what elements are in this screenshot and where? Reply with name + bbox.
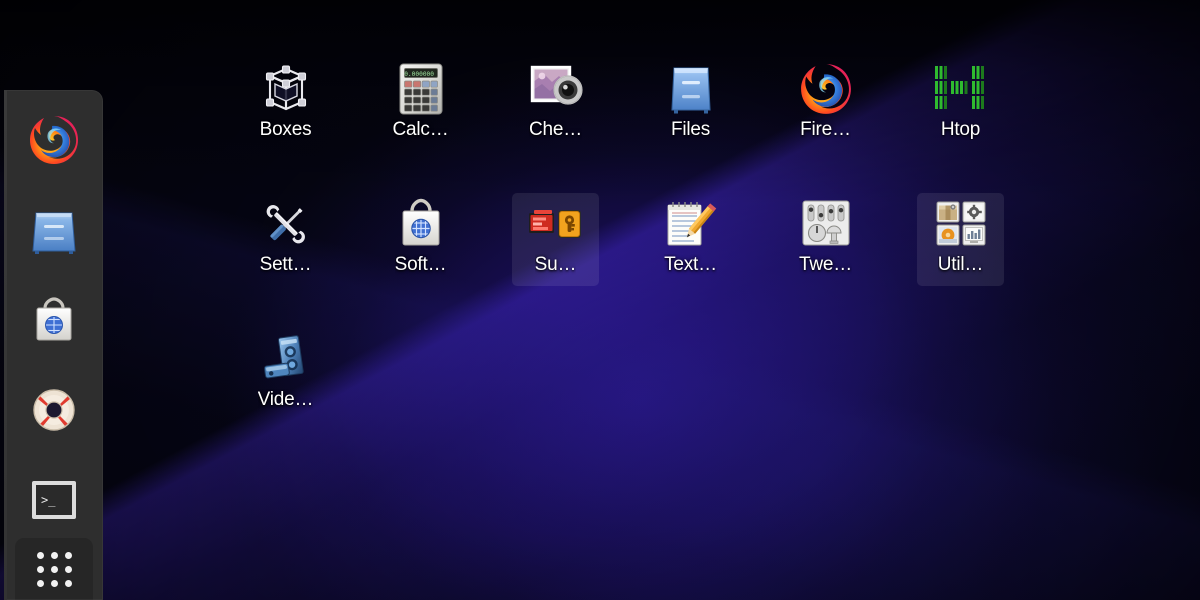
cheese-icon <box>528 61 584 117</box>
desktop-icon-label: Text… <box>664 254 717 275</box>
desktop-icon-label: Htop <box>940 119 981 140</box>
text-editor-icon <box>663 196 719 252</box>
desktop[interactable]: >_ Boxes 0.000000 Calc… Che… Files Fire…… <box>0 0 1200 600</box>
videos-icon <box>258 331 314 387</box>
desktop-icon-boxes[interactable]: Boxes <box>242 58 329 151</box>
help-icon <box>30 386 78 434</box>
desktop-icon-text-editor[interactable]: Text… <box>647 193 734 286</box>
files-icon <box>663 61 719 117</box>
boxes-icon <box>258 61 314 117</box>
desktop-icon-calculator[interactable]: 0.000000 Calc… <box>377 58 464 151</box>
desktop-icon-tweaks[interactable]: Twe… <box>782 193 869 286</box>
grid-dots-icon <box>36 551 72 587</box>
desktop-icon-settings[interactable]: Sett… <box>242 193 329 286</box>
firefox-icon <box>798 61 854 117</box>
dock[interactable]: >_ <box>4 90 103 600</box>
desktop-icon-utilities[interactable]: Util… <box>917 193 1004 286</box>
files-icon <box>31 205 77 255</box>
utilities-icon <box>933 196 989 252</box>
desktop-icon-software[interactable]: Soft… <box>377 193 464 286</box>
desktop-icon-label: Su… <box>534 254 577 275</box>
desktop-icon-cheese[interactable]: Che… <box>512 58 599 151</box>
desktop-icon-su[interactable]: Su… <box>512 193 599 286</box>
desktop-icon-label: Calc… <box>392 119 449 140</box>
dock-item-terminal[interactable]: >_ <box>26 472 82 528</box>
dock-edge-strip <box>4 90 7 600</box>
desktop-icon-label: Soft… <box>394 254 447 275</box>
settings-icon <box>258 196 314 252</box>
desktop-icon-label: Files <box>670 119 711 140</box>
su-icon <box>528 196 584 252</box>
desktop-icon-label: Vide… <box>257 389 314 410</box>
desktop-icon-label: Che… <box>528 119 583 140</box>
dock-item-help[interactable] <box>26 382 82 438</box>
desktop-icon-grid[interactable]: Boxes 0.000000 Calc… Che… Files Fire… Ht… <box>218 58 1028 463</box>
tweaks-icon <box>798 196 854 252</box>
desktop-icon-htop[interactable]: Htop <box>917 58 1004 151</box>
dock-item-software[interactable] <box>26 292 82 348</box>
firefox-icon <box>28 114 80 166</box>
software-icon <box>393 196 449 252</box>
desktop-icon-label: Sett… <box>259 254 312 275</box>
svg-text:0.000000: 0.000000 <box>404 71 434 78</box>
htop-icon <box>933 61 989 117</box>
dock-item-files[interactable] <box>26 202 82 258</box>
svg-text:>_: >_ <box>41 493 56 507</box>
dock-item-firefox[interactable] <box>26 112 82 168</box>
desktop-icon-firefox[interactable]: Fire… <box>782 58 869 151</box>
software-icon <box>30 296 78 344</box>
desktop-icon-label: Boxes <box>259 119 312 140</box>
desktop-icon-label: Fire… <box>800 119 851 140</box>
calculator-icon: 0.000000 <box>393 61 449 117</box>
show-applications-button[interactable] <box>15 538 93 600</box>
desktop-icon-files[interactable]: Files <box>647 58 734 151</box>
desktop-icon-label: Twe… <box>798 254 853 275</box>
desktop-icon-label: Util… <box>937 254 984 275</box>
terminal-icon: >_ <box>30 479 78 521</box>
desktop-icon-videos[interactable]: Vide… <box>242 328 329 421</box>
